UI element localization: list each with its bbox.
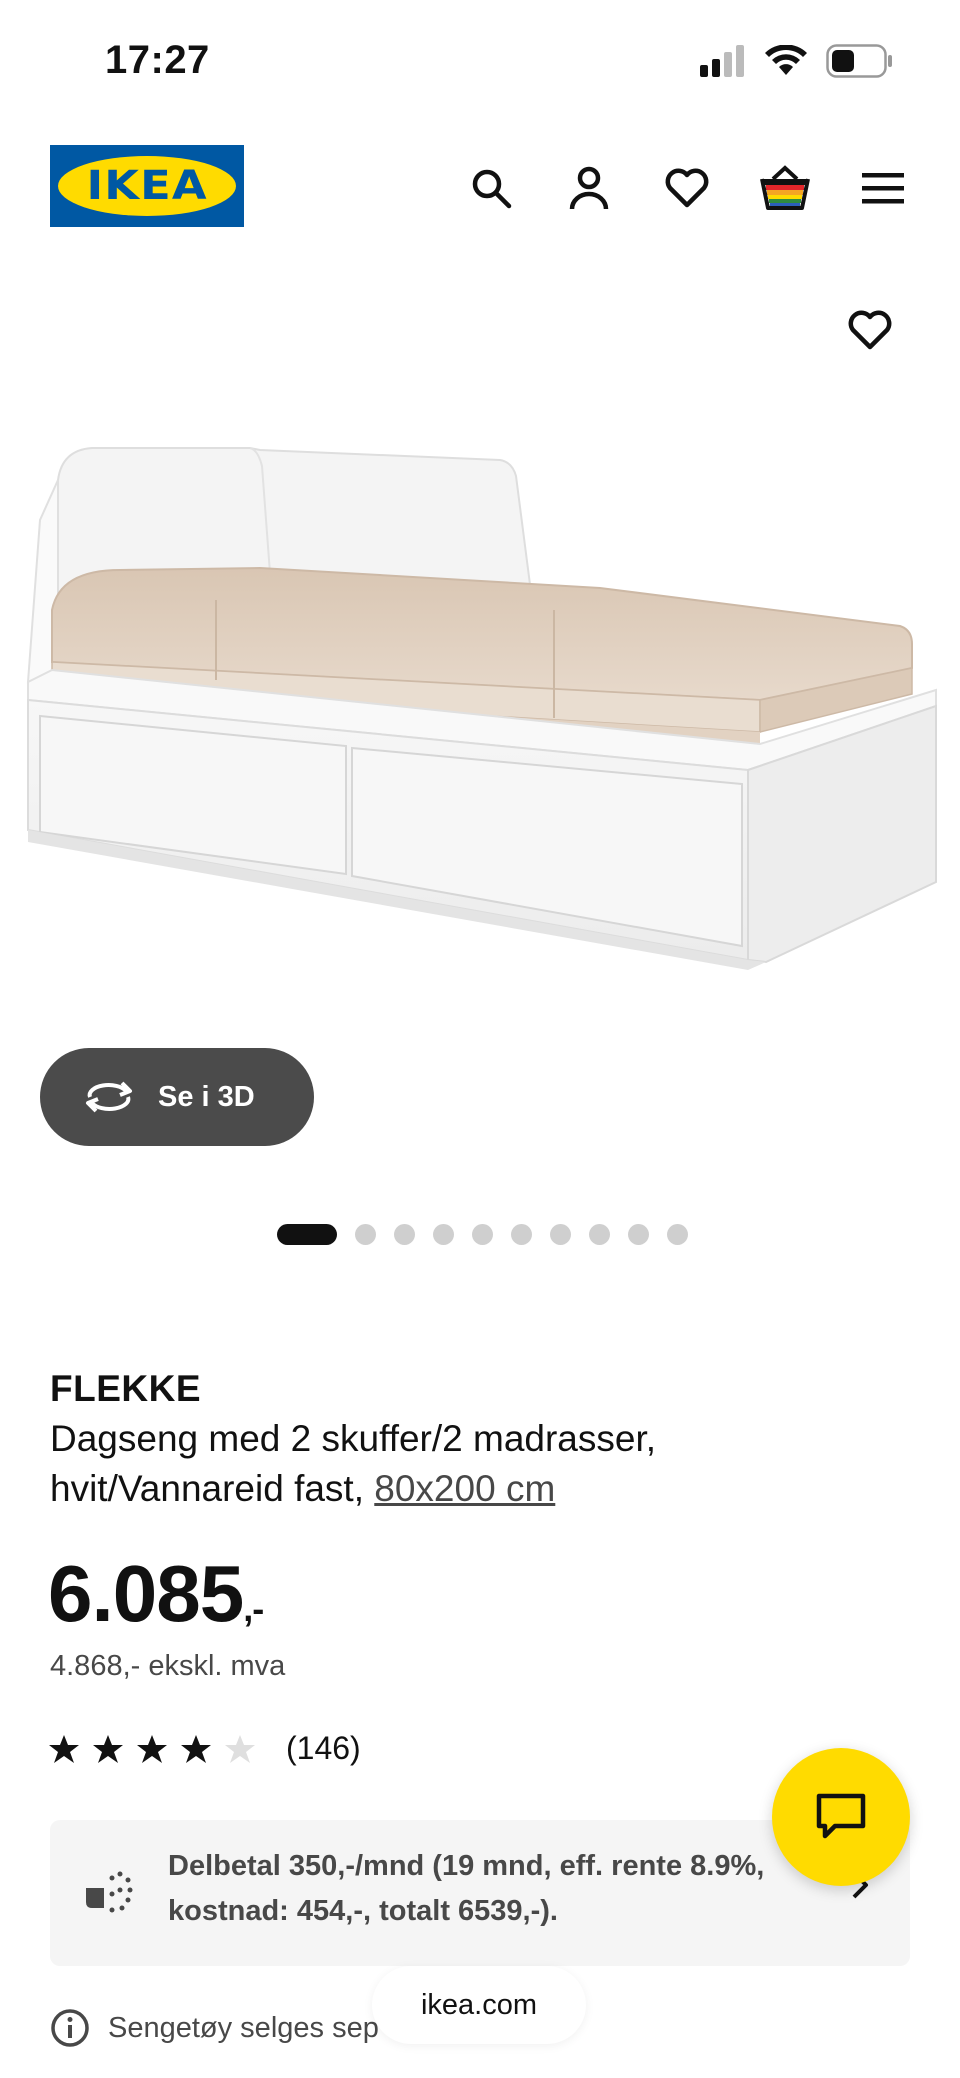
battery-icon xyxy=(826,44,892,78)
add-to-favourites-button[interactable] xyxy=(840,300,900,360)
price-excl-vat: 4.868,- ekskl. mva xyxy=(50,1650,286,1682)
star-filled-icon xyxy=(137,1734,167,1763)
carousel-dot[interactable] xyxy=(432,1224,454,1245)
product-description: Dagseng med 2 skuffer/2 madrasser, hvit/… xyxy=(50,1414,750,1514)
cart-button[interactable] xyxy=(758,161,812,215)
product-image xyxy=(26,447,937,970)
carousel-dot[interactable] xyxy=(510,1224,532,1245)
carousel-dot[interactable] xyxy=(588,1224,610,1245)
account-icon xyxy=(569,166,609,210)
browser-url-bar[interactable]: ikea.com xyxy=(372,1966,586,2044)
price-value: 6.085 xyxy=(48,1549,244,1638)
chat-icon xyxy=(816,1793,866,1839)
status-bar: 17:27 xyxy=(0,0,960,120)
installment-text: Delbetal 350,-/mnd (19 mnd, eff. rente 8… xyxy=(168,1850,765,1927)
price-suffix: ,- xyxy=(243,1588,264,1629)
info-icon xyxy=(51,2009,89,2047)
view-in-3d-button[interactable]: Se i 3D xyxy=(40,1048,314,1146)
bedding-note-text: Sengetøy selges sep xyxy=(108,2011,379,2044)
bedding-note: Sengetøy selges sep xyxy=(50,2008,379,2048)
carousel-dot[interactable] xyxy=(666,1224,688,1245)
ikea-logo[interactable]: IKEA xyxy=(50,145,244,227)
account-button[interactable] xyxy=(562,161,616,215)
favourites-icon xyxy=(665,168,709,208)
search-icon xyxy=(472,169,512,209)
star-filled-icon xyxy=(181,1734,211,1763)
url-text: ikea.com xyxy=(420,1988,538,2021)
size-link[interactable]: 80x200 cm xyxy=(374,1468,555,1509)
wifi-icon xyxy=(765,45,807,75)
header-icons xyxy=(464,161,910,215)
star-filled-icon xyxy=(93,1734,123,1763)
logo-text: IKEA xyxy=(86,163,208,209)
cellular-signal-icon xyxy=(700,45,744,77)
carousel-dot[interactable] xyxy=(549,1224,571,1245)
logo-oval: IKEA xyxy=(58,156,236,216)
heart-icon xyxy=(848,310,892,350)
star-filled-icon xyxy=(49,1734,79,1763)
menu-button[interactable] xyxy=(856,161,910,215)
carousel-dot[interactable] xyxy=(471,1224,493,1245)
rating-count: (146) xyxy=(286,1730,361,1766)
search-button[interactable] xyxy=(464,161,518,215)
carousel-indicator xyxy=(0,1224,960,1245)
cart-icon xyxy=(760,165,810,210)
installment-icon xyxy=(86,1871,133,1913)
site-header: IKEA xyxy=(0,145,960,227)
carousel-dot[interactable] xyxy=(354,1224,376,1245)
status-time: 17:27 xyxy=(105,38,210,82)
star-empty-icon xyxy=(225,1734,255,1763)
menu-icon xyxy=(862,173,904,204)
product-price: 6.085,- xyxy=(48,1548,264,1640)
product-name: FLEKKE xyxy=(50,1368,201,1409)
status-icons xyxy=(698,44,894,78)
carousel-dot[interactable] xyxy=(627,1224,649,1245)
rating[interactable]: (146) xyxy=(48,1730,361,1767)
carousel-dot[interactable] xyxy=(393,1224,415,1245)
product-description-text: Dagseng med 2 skuffer/2 madrasser, hvit/… xyxy=(50,1418,657,1509)
chat-button[interactable] xyxy=(772,1748,910,1886)
favourites-button[interactable] xyxy=(660,161,714,215)
rotate-3d-icon xyxy=(86,1081,132,1113)
view-in-3d-label: Se i 3D xyxy=(158,1080,255,1113)
product-image-carousel[interactable] xyxy=(0,270,960,1060)
carousel-dot-active[interactable] xyxy=(276,1224,337,1245)
